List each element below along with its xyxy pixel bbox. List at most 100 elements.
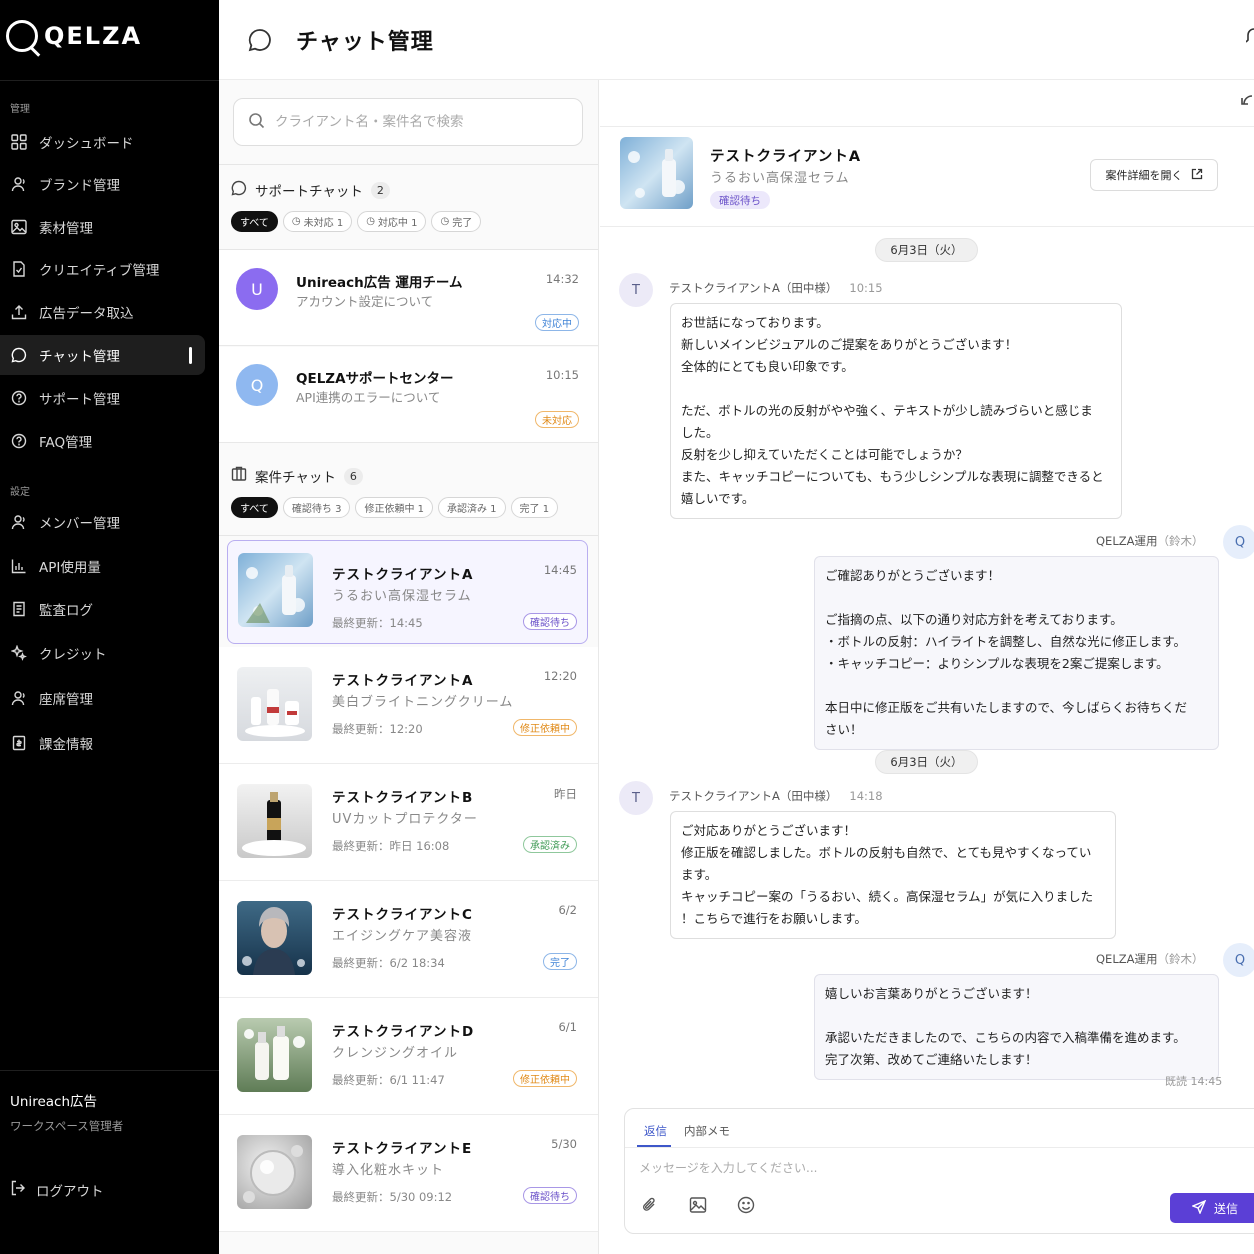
clock-icon: ◷: [366, 216, 375, 227]
logout-button[interactable]: ログアウト: [10, 1180, 104, 1200]
user-icon: [10, 513, 28, 531]
sidebar-item-audit-log[interactable]: 監査ログ: [0, 589, 219, 629]
sidebar-item-billing[interactable]: 課金情報: [0, 723, 219, 763]
open-case-detail-button[interactable]: 案件詳細を開く: [1090, 159, 1218, 191]
bell-icon[interactable]: [1245, 26, 1254, 50]
sidebar-item-brand[interactable]: ブランド管理: [0, 164, 219, 204]
status-badge: 承認済み: [523, 836, 577, 853]
attachment-icon[interactable]: [640, 1195, 660, 1215]
log-icon: [10, 600, 28, 618]
search-box[interactable]: [233, 98, 583, 146]
external-link-icon: [1191, 168, 1203, 183]
avatar: Q: [1223, 943, 1254, 977]
help-icon: [10, 389, 28, 407]
case-client-name: テストクライアントB: [332, 790, 474, 806]
send-icon: [1191, 1199, 1207, 1217]
filter-revision[interactable]: 修正依頼中 1: [355, 497, 433, 518]
case-chat-item[interactable]: テストクライアントC エイジングケア美容液 最終更新：6/2 18:34 6/2…: [219, 881, 598, 998]
date-separator: 6月3日（火）: [875, 238, 978, 262]
send-label: 送信: [1213, 1201, 1238, 1216]
support-chat-time: 10:15: [545, 368, 579, 382]
filter-done[interactable]: ◷ 完了: [431, 211, 482, 232]
sender-sub: （鈴木）: [1157, 952, 1204, 966]
filter-awaiting[interactable]: 確認待ち 3: [282, 497, 351, 518]
divider: [219, 164, 598, 165]
sender-name: テストクライアントA（田中様）: [669, 281, 838, 295]
sidebar-item-materials[interactable]: 素材管理: [0, 207, 219, 247]
sidebar-item-creative[interactable]: クリエイティブ管理: [0, 249, 219, 289]
message-meta: QELZA運用（鈴木）: [1096, 951, 1203, 967]
status-badge: 確認待ち: [523, 613, 577, 630]
case-client-name: テストクライアントC: [332, 907, 473, 923]
bar-chart-icon: [10, 557, 28, 575]
case-chat-item[interactable]: テストクライアントE 導入化粧水キット 最終更新：5/30 09:12 5/30…: [219, 1115, 598, 1232]
support-chat-item[interactable]: Q QELZAサポートセンター API連携のエラーについて 10:15 未対応: [219, 347, 598, 443]
filter-approved[interactable]: 承認済み 1: [438, 497, 506, 518]
filter-all[interactable]: すべて: [231, 497, 278, 518]
tab-reply[interactable]: 返信: [644, 1123, 667, 1139]
support-chat-time: 14:32: [545, 272, 579, 286]
case-client-name: テストクライアントE: [332, 1141, 473, 1157]
sidebar-item-seats[interactable]: 座席管理: [0, 678, 219, 718]
brand-name: QELZA: [44, 22, 143, 50]
sidebar-item-dashboard[interactable]: ダッシュボード: [0, 122, 219, 162]
product-thumbnail: [237, 901, 312, 975]
status-badge: 完了: [543, 953, 577, 970]
read-receipt: 既読 14:45: [1165, 1075, 1223, 1088]
emoji-icon[interactable]: [736, 1195, 756, 1215]
sidebar-item-members[interactable]: メンバー管理: [0, 502, 219, 542]
filter-all[interactable]: すべて: [231, 211, 278, 232]
case-chat-item[interactable]: テストクライアントB UVカットプロテクター 最終更新：昨日 16:08 昨日 …: [219, 764, 598, 881]
clock-icon: ◷: [291, 216, 301, 227]
case-chat-heading: 案件チャット 6: [231, 466, 363, 486]
case-client-name: テストクライアントA: [332, 567, 474, 583]
case-chat-item[interactable]: テストクライアントA 美白ブライトニングクリーム 最終更新：12:20 12:2…: [219, 647, 598, 764]
case-chat-item[interactable]: テストクライアントD クレンジングオイル 最終更新：6/1 11:47 6/1 …: [219, 998, 598, 1115]
workspace-role: ワークスペース管理者: [10, 1119, 124, 1133]
message-bubble: 嬉しいお言葉ありがとうございます！ 承認いただきましたので、こちらの内容で入稿準…: [814, 974, 1219, 1080]
filter-unhandled[interactable]: ◷ 未対応 1: [282, 211, 353, 232]
logout-label: ログアウト: [36, 1184, 104, 1200]
product-thumbnail: [237, 1018, 312, 1092]
sender-name: QELZA運用: [1096, 952, 1158, 966]
sidebar-item-faq[interactable]: FAQ管理: [0, 421, 219, 461]
divider: [625, 1147, 1254, 1148]
case-time: 昨日: [554, 787, 577, 801]
product-thumbnail: [620, 137, 693, 209]
sidebar-item-ad-import[interactable]: 広告データ取込: [0, 292, 219, 332]
filter-complete[interactable]: 完了 1: [510, 497, 559, 518]
message-composer: 返信 内部メモ 送信: [624, 1108, 1254, 1234]
send-button[interactable]: 送信: [1170, 1193, 1254, 1223]
case-chat-item[interactable]: テストクライアントA うるおい高保湿セラム 最終更新：14:45 14:45 確…: [227, 540, 588, 644]
support-chat-item[interactable]: U Unireach広告 運用チーム アカウント設定について 14:32 対応中: [219, 250, 598, 346]
product-thumbnail: [237, 667, 312, 741]
status-badge: 対応中: [535, 314, 579, 331]
image-icon[interactable]: [688, 1195, 708, 1215]
sidebar: QELZA 管理 ダッシュボード ブランド管理 素材管理 クリエイティブ管理 広…: [0, 0, 219, 1254]
message-input[interactable]: [639, 1161, 1159, 1175]
case-time: 14:45: [543, 563, 577, 577]
folder-icon: [231, 466, 247, 486]
billing-icon: [10, 734, 28, 752]
sidebar-item-support[interactable]: サポート管理: [0, 378, 219, 418]
sidebar-item-chat[interactable]: チャット管理: [0, 335, 205, 375]
sidebar-item-credit[interactable]: クレジット: [0, 633, 219, 673]
help-icon: [10, 432, 28, 450]
case-last-updated: 最終更新：5/30 09:12: [332, 1190, 453, 1204]
case-chat-title: 案件チャット: [255, 470, 336, 486]
filter-in-progress[interactable]: ◷ 対応中 1: [357, 211, 427, 232]
sidebar-item-label: API使用量: [39, 560, 101, 576]
avatar: Q: [1223, 525, 1254, 559]
filter-label: 完了: [452, 218, 473, 229]
filter-label: 未対応 1: [303, 218, 344, 229]
case-time: 6/2: [558, 903, 577, 917]
sidebar-item-label: FAQ管理: [39, 435, 93, 451]
avatar: Q: [236, 364, 278, 406]
search-input[interactable]: [275, 114, 555, 130]
sidebar-item-label: 座席管理: [39, 692, 93, 708]
refresh-icon[interactable]: [1240, 92, 1253, 120]
sidebar-item-api-usage[interactable]: API使用量: [0, 546, 219, 586]
tab-internal-memo[interactable]: 内部メモ: [684, 1123, 730, 1139]
open-case-detail-label: 案件詳細を開く: [1105, 169, 1183, 182]
brand-logo[interactable]: QELZA: [6, 20, 142, 52]
